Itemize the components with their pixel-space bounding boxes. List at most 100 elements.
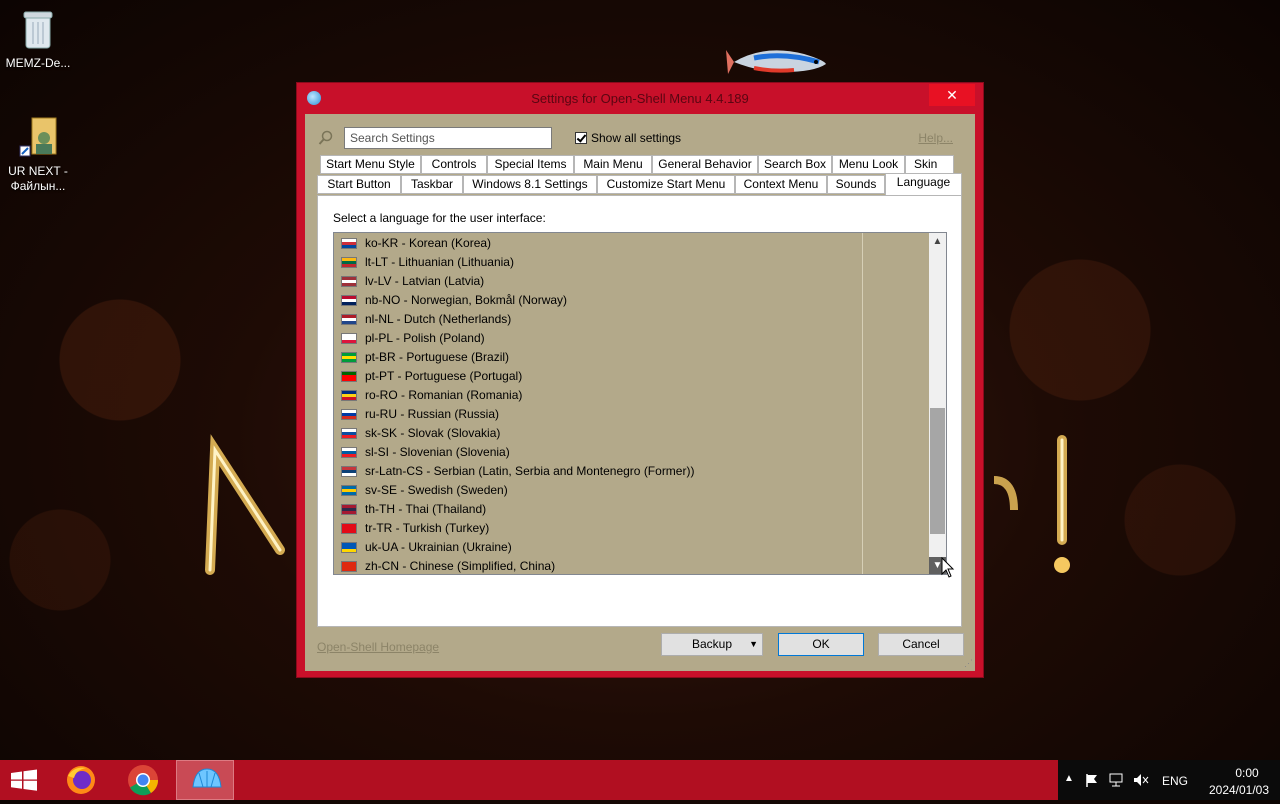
input-language[interactable]: ENG	[1162, 774, 1188, 788]
desktop-icon-recycle-bin[interactable]: MEMZ-De...	[0, 8, 76, 71]
language-row[interactable]: lt-LT - Lithuanian (Lithuania)	[334, 253, 928, 272]
language-row[interactable]: zh-CN - Chinese (Simplified, China)	[334, 557, 928, 574]
language-label: lt-LT - Lithuanian (Lithuania)	[365, 255, 514, 269]
clock-date[interactable]: 2024/01/03	[1198, 783, 1280, 797]
taskbar-chrome[interactable]	[114, 760, 172, 800]
taskbar: ▲ ENG 0:00 2024/01/03	[0, 760, 1280, 800]
tab-customize-start-menu[interactable]: Customize Start Menu	[597, 175, 735, 194]
backup-label: Backup	[691, 637, 733, 651]
tab-search-box[interactable]: Search Box	[758, 155, 832, 174]
settings-window: Settings for Open-Shell Menu 4.4.189 ✕ S…	[296, 82, 984, 678]
language-row[interactable]: sk-SK - Slovak (Slovakia)	[334, 424, 928, 443]
tab-context-menu[interactable]: Context Menu	[735, 175, 827, 194]
language-label: ko-KR - Korean (Korea)	[365, 236, 492, 250]
language-row[interactable]: uk-UA - Ukrainian (Ukraine)	[334, 538, 928, 557]
desktop-icon-label-line1: UR NEXT -	[8, 164, 68, 178]
checkbox-checked[interactable]	[575, 132, 587, 144]
action-center-flag-icon[interactable]	[1084, 772, 1100, 788]
show-all-settings-checkbox[interactable]: Show all settings	[575, 131, 681, 145]
tab-special-items[interactable]: Special Items	[487, 155, 574, 174]
language-row[interactable]: nl-NL - Dutch (Netherlands)	[334, 310, 928, 329]
taskbar-open-shell[interactable]	[176, 760, 234, 800]
tab-skin[interactable]: Skin	[905, 155, 954, 174]
help-link[interactable]: Help...	[918, 131, 953, 145]
flag-icon	[341, 371, 357, 382]
tab-menu-look[interactable]: Menu Look	[832, 155, 905, 174]
flag-icon	[341, 409, 357, 420]
taskbar-firefox[interactable]	[52, 760, 110, 800]
language-row[interactable]: ko-KR - Korean (Korea)	[334, 234, 928, 253]
volume-muted-icon[interactable]	[1132, 772, 1150, 788]
taskbar-apps-area	[0, 760, 1058, 800]
close-button[interactable]: ✕	[929, 84, 975, 106]
window-client-area: Show all settings Help... Start Menu Sty…	[305, 114, 975, 671]
tab-sounds[interactable]: Sounds	[827, 175, 885, 194]
language-row[interactable]: sr-Latn-CS - Serbian (Latin, Serbia and …	[334, 462, 928, 481]
panel-label: Select a language for the user interface…	[333, 211, 546, 225]
tab-controls[interactable]: Controls	[421, 155, 487, 174]
language-row[interactable]: lv-LV - Latvian (Latvia)	[334, 272, 928, 291]
language-row[interactable]: th-TH - Thai (Thailand)	[334, 500, 928, 519]
fish-decoration	[726, 50, 826, 74]
mouse-cursor-icon	[941, 557, 955, 578]
chrome-icon	[128, 765, 159, 796]
flag-icon	[341, 561, 357, 572]
flag-icon	[341, 542, 357, 553]
language-row[interactable]: pl-PL - Polish (Poland)	[334, 329, 928, 348]
open-shell-icon	[192, 768, 222, 788]
show-hidden-icons-chevron-up-icon[interactable]: ▲	[1064, 773, 1074, 784]
cancel-button[interactable]: Cancel	[878, 633, 964, 656]
language-row[interactable]: ro-RO - Romanian (Romania)	[334, 386, 928, 405]
resize-grip-icon[interactable]: ⋰	[964, 658, 973, 669]
title-bar[interactable]: Settings for Open-Shell Menu 4.4.189 ✕	[297, 83, 983, 113]
language-panel: Select a language for the user interface…	[317, 195, 962, 627]
language-row[interactable]: tr-TR - Turkish (Turkey)	[334, 519, 928, 538]
tab-start-menu-style[interactable]: Start Menu Style	[320, 155, 421, 174]
language-row[interactable]: sv-SE - Swedish (Sweden)	[334, 481, 928, 500]
flag-icon	[341, 352, 357, 363]
desktop-icon-label: MEMZ-De...	[5, 56, 71, 70]
search-input[interactable]	[344, 127, 552, 149]
language-label: ru-RU - Russian (Russia)	[365, 407, 500, 421]
system-tray: ▲ ENG 0:00 2024/01/03	[1058, 760, 1280, 800]
language-listbox[interactable]: ▲ ▼ ko-KR - Korean (Korea) lt-LT - Lithua…	[333, 232, 947, 575]
open-shell-homepage-link[interactable]: Open-Shell Homepage	[317, 640, 439, 654]
language-row[interactable]: pt-BR - Portuguese (Brazil)	[334, 348, 928, 367]
tab-language[interactable]: Language	[885, 173, 962, 195]
neon-exclaim-decoration	[993, 435, 1070, 573]
language-row[interactable]: ru-RU - Russian (Russia)	[334, 405, 928, 424]
language-label: sr-Latn-CS - Serbian (Latin, Serbia and …	[365, 464, 695, 478]
start-button[interactable]	[0, 760, 48, 800]
tab-start-button[interactable]: Start Button	[317, 175, 401, 194]
clock-time[interactable]: 0:00	[1222, 766, 1272, 780]
flag-icon	[341, 276, 357, 287]
tab-main-menu[interactable]: Main Menu	[574, 155, 652, 174]
backup-button[interactable]: Backup ▼	[661, 633, 763, 656]
language-label: pt-PT - Portuguese (Portugal)	[365, 369, 523, 383]
vertical-scrollbar[interactable]: ▲ ▼	[929, 233, 946, 574]
flag-icon	[341, 295, 357, 306]
scroll-up-button[interactable]: ▲	[929, 233, 946, 250]
desktop-icon-shortcut[interactable]: UR NEXT - Файлын...	[0, 116, 76, 194]
network-icon[interactable]	[1108, 772, 1124, 788]
language-label: pl-PL - Polish (Poland)	[365, 331, 485, 345]
ok-button[interactable]: OK	[778, 633, 864, 656]
language-label: uk-UA - Ukrainian (Ukraine)	[365, 540, 512, 554]
dropdown-arrow-icon: ▼	[749, 639, 758, 649]
flag-icon	[341, 485, 357, 496]
language-label: lv-LV - Latvian (Latvia)	[365, 274, 485, 288]
neon-letter-decoration	[205, 434, 285, 575]
show-all-settings-label: Show all settings	[591, 131, 682, 145]
search-icon	[318, 130, 333, 145]
tab-general-behavior[interactable]: General Behavior	[652, 155, 758, 174]
flag-icon	[341, 257, 357, 268]
scroll-thumb[interactable]	[930, 408, 945, 534]
recycle-bin-icon	[18, 8, 58, 52]
flag-icon	[341, 314, 357, 325]
language-row[interactable]: sl-SI - Slovenian (Slovenia)	[334, 443, 928, 462]
tab-windows-8-1-settings[interactable]: Windows 8.1 Settings	[463, 175, 597, 194]
language-row[interactable]: nb-NO - Norwegian, Bokmål (Norway)	[334, 291, 928, 310]
tab-taskbar[interactable]: Taskbar	[401, 175, 463, 194]
language-row[interactable]: pt-PT - Portuguese (Portugal)	[334, 367, 928, 386]
language-label: ro-RO - Romanian (Romania)	[365, 388, 523, 402]
